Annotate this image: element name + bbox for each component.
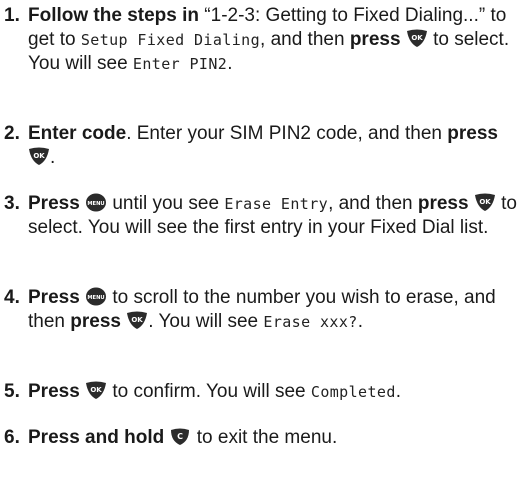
step-number: 3.: [4, 193, 20, 214]
svg-text:MENU: MENU: [87, 295, 104, 301]
display-text: Enter PIN2: [132, 55, 228, 73]
svg-text:MENU: MENU: [87, 201, 104, 207]
step-text: Press OK to confirm. You will see Comple…: [28, 380, 525, 404]
clear-key-icon: C: [169, 427, 191, 446]
step-text: Press MENU until you see Erase Entry, an…: [28, 192, 525, 240]
ok-key-icon: OK: [474, 193, 496, 212]
svg-text:OK: OK: [132, 316, 144, 324]
step-number: 5.: [4, 381, 20, 402]
step-number: 6.: [4, 427, 20, 448]
step-text-part: .: [357, 311, 363, 332]
step-lead: Press: [28, 381, 80, 402]
step-text-part: .: [395, 381, 402, 402]
step-action: press: [447, 123, 498, 144]
display-text: Erase xxx?: [263, 313, 358, 331]
menu-key-icon: MENU: [85, 193, 107, 212]
step-number: 1.: [4, 5, 20, 26]
step-lead: Follow the steps in: [28, 5, 200, 26]
display-text: Setup Fixed Dialing: [80, 31, 261, 49]
step-text: Follow the steps in “1-2-3: Getting to F…: [28, 4, 525, 76]
step-text-part: .: [227, 53, 233, 74]
display-text: Erase Entry: [224, 195, 329, 213]
ok-key-icon: OK: [126, 311, 148, 330]
svg-text:OK: OK: [90, 386, 102, 394]
display-text: Completed: [310, 383, 396, 401]
step-action: press: [70, 311, 121, 332]
ok-key-icon: OK: [406, 29, 428, 48]
step-text: Enter code. Enter your SIM PIN2 code, an…: [28, 122, 525, 170]
svg-text:OK: OK: [411, 34, 423, 42]
step-text-part: . You will see: [148, 311, 264, 332]
ok-key-icon: OK: [85, 381, 107, 400]
step-lead: Press: [28, 287, 80, 308]
step-text-part: , and then: [328, 193, 418, 214]
step-action: press: [349, 29, 401, 50]
step-number: 4.: [4, 287, 20, 308]
svg-text:C: C: [178, 432, 184, 441]
step-number: 2.: [4, 123, 20, 144]
step-text-part: to confirm. You will see: [107, 381, 311, 402]
svg-text:OK: OK: [33, 152, 45, 160]
ok-key-icon: OK: [28, 147, 50, 166]
step-text-part: .: [50, 147, 56, 168]
step-action: press: [417, 193, 469, 214]
instruction-list: 1. Follow the steps in “1-2-3: Getting t…: [0, 0, 529, 482]
step-text-part: , and then: [260, 29, 350, 50]
menu-key-icon: MENU: [85, 287, 107, 306]
step-text-part: to exit the menu.: [191, 427, 338, 448]
step-text: Press MENU to scroll to the number you w…: [28, 286, 525, 334]
step-text: Press and hold C to exit the menu.: [28, 426, 525, 450]
step-lead: Press: [28, 193, 80, 214]
step-lead: Enter code: [28, 123, 127, 144]
step-text-part: . Enter your SIM PIN2 code, and then: [126, 123, 448, 144]
svg-text:OK: OK: [479, 198, 491, 206]
step-lead: Press and hold: [28, 427, 165, 448]
step-text-part: until you see: [107, 193, 225, 214]
